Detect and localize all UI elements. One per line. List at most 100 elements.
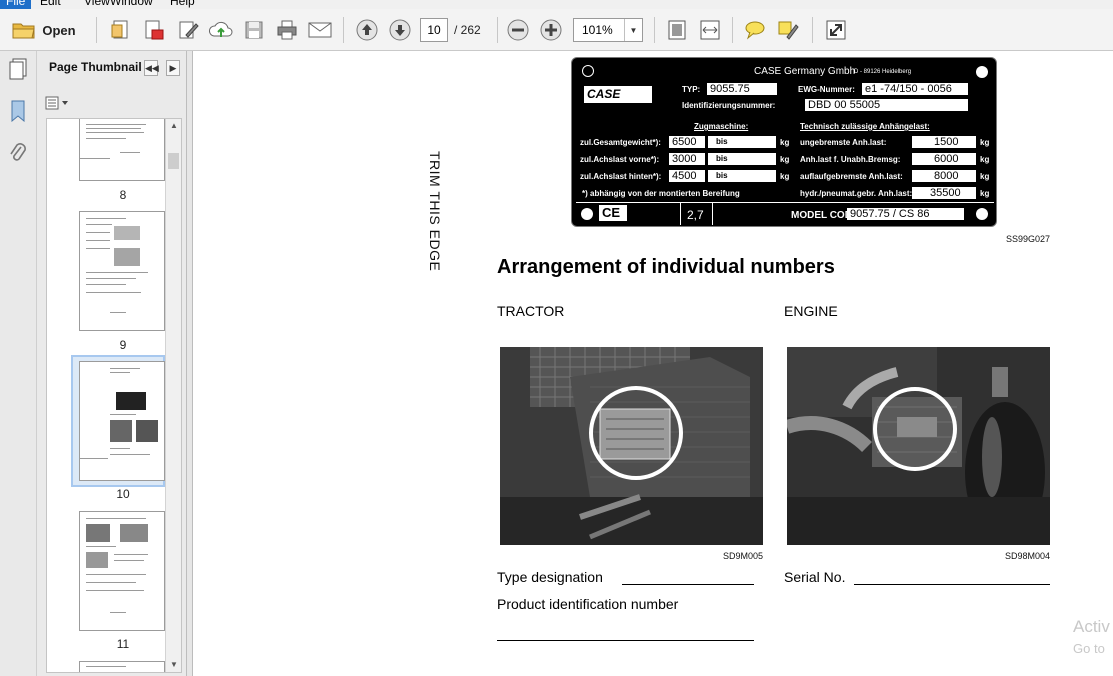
fit-width-button[interactable] <box>697 17 723 43</box>
model-value: 9057.75 / CS 86 <box>847 208 964 220</box>
scroll-up-icon[interactable]: ▲ <box>166 119 181 133</box>
create-pdf-button[interactable] <box>108 17 134 43</box>
thumbnail-scrollbar[interactable]: ▲ ▼ <box>165 119 181 672</box>
left-row-unit: kg <box>780 138 790 147</box>
left-row-label: zul.Achslast hinten*): <box>580 172 662 181</box>
chevron-down-icon[interactable]: ▼ <box>624 19 642 41</box>
ident-value: DBD 00 55005 <box>805 99 968 111</box>
tech-header: Technisch zulässige Anhängelast: <box>800 122 930 131</box>
plate-hole <box>582 65 594 77</box>
right-row-value: 1500 <box>912 136 976 148</box>
email-button[interactable] <box>307 17 333 43</box>
right-row-label: Anh.last f. Unabh.Bremsg: <box>800 155 901 164</box>
plate-divider <box>576 202 994 203</box>
expand-button[interactable] <box>823 17 849 43</box>
menu-window[interactable]: Window <box>104 0 159 9</box>
brand-text: CASE <box>587 87 621 101</box>
minus-circle-icon <box>507 19 529 41</box>
menu-help[interactable]: Help <box>164 0 201 9</box>
product-id-line <box>497 640 754 641</box>
upload-cloud-button[interactable] <box>208 17 234 43</box>
right-row-label: hydr./pneumat.gebr. Anh.last: <box>800 189 913 198</box>
plate-caption: SS99G027 <box>1006 234 1051 244</box>
page-thumbnails-icon[interactable] <box>7 57 29 81</box>
panel-splitter[interactable] <box>187 51 193 676</box>
fit-width-icon <box>700 20 720 40</box>
zoom-value: 101% <box>582 23 613 37</box>
previous-page-button[interactable] <box>354 17 380 43</box>
navigation-rail <box>0 51 37 676</box>
plate-company: CASE Germany Gmbh <box>754 66 856 77</box>
document-view: TRIM THIS EDGE CASE Germany Gmbh D - 891… <box>194 51 1113 676</box>
save-button[interactable] <box>241 17 267 43</box>
left-row-label: zul.Gesamtgewicht*): <box>580 138 661 147</box>
speech-bubble-icon <box>745 21 765 40</box>
ewg-value: e1 -74/150 - 0056 <box>862 83 968 95</box>
thumbnail-label: 10 <box>116 487 130 501</box>
right-row-value: 35500 <box>912 187 976 199</box>
arrow-down-icon <box>389 19 411 41</box>
left-row-label: zul.Achslast vorne*): <box>580 155 660 164</box>
options-menu-icon <box>45 96 68 110</box>
right-row-value: 6000 <box>912 153 976 165</box>
collapse-panel-button[interactable]: ◀◀ <box>144 60 159 76</box>
right-row-label: ungebremste Anh.last: <box>800 138 887 147</box>
typ-label: TYP: <box>682 85 701 94</box>
paperclip-icon[interactable] <box>7 141 29 165</box>
left-row-value: 4500 <box>669 170 705 182</box>
ewg-label: EWG-Nummer: <box>798 85 855 94</box>
engine-label: ENGINE <box>784 303 838 319</box>
zoom-out-button[interactable] <box>505 17 531 43</box>
printer-icon <box>277 20 297 40</box>
page-number-input[interactable]: 10 <box>420 18 448 42</box>
thumbnail-list[interactable]: 8 9 10 11 ▲ ▼ <box>46 118 182 673</box>
page-total: / 262 <box>454 23 481 37</box>
thumbnail-page-12[interactable] <box>79 661 165 672</box>
plus-circle-icon <box>540 19 562 41</box>
scrollbar-thumb[interactable] <box>168 153 179 169</box>
thumbnail-page-10[interactable] <box>79 361 165 481</box>
thumbnail-page-9[interactable] <box>79 211 165 331</box>
toolbar: Open 10 / 262 101% ▼ <box>0 9 1113 51</box>
panel-menu-button[interactable]: ▶ <box>166 60 180 76</box>
next-page-button[interactable] <box>387 17 413 43</box>
create-pdf-icon <box>111 20 128 39</box>
typ-value: 9055.75 <box>707 83 777 95</box>
plate-address: D - 89126 Heidelberg <box>854 69 912 75</box>
highlight-button[interactable] <box>775 17 801 43</box>
trim-text: TRIM THIS EDGE <box>427 151 443 272</box>
panel-title: Page Thumbnails <box>49 60 141 74</box>
highlighter-icon <box>778 21 799 40</box>
fit-page-button[interactable] <box>664 17 690 43</box>
thumbnail-panel: Page Thumbnails ◀◀ ▶ 8 9 10 11 ▲ ▼ <box>37 51 187 676</box>
separator <box>96 17 97 43</box>
thumbnail-options-button[interactable] <box>45 95 71 111</box>
print-button[interactable] <box>274 17 300 43</box>
right-row-unit: kg <box>980 155 990 164</box>
export-pdf-button[interactable] <box>141 17 167 43</box>
zoom-select[interactable]: 101% ▼ <box>573 18 643 42</box>
plate-hole <box>976 66 988 78</box>
thumbnail-page-11[interactable] <box>79 511 165 631</box>
left-row-unit: kg <box>780 172 790 181</box>
scroll-down-icon[interactable]: ▼ <box>166 658 181 672</box>
open-button[interactable]: Open <box>6 17 82 43</box>
engine-photo <box>787 347 1050 545</box>
left-row-value: 3000 <box>669 153 705 165</box>
envelope-icon <box>308 22 332 38</box>
edit-pdf-button[interactable] <box>175 17 201 43</box>
ce-mark: CE <box>599 205 627 221</box>
tractor-photo <box>500 347 763 545</box>
separator <box>732 17 733 43</box>
menu-edit[interactable]: Edit <box>34 0 67 9</box>
tractor-label: TRACTOR <box>497 303 565 319</box>
thumbnail-label: 11 <box>116 637 130 651</box>
edit-document-icon <box>179 21 199 39</box>
right-row-value: 8000 <box>912 170 976 182</box>
thumbnail-page-8[interactable] <box>79 119 165 181</box>
zoom-in-button[interactable] <box>538 17 564 43</box>
separator <box>497 17 498 43</box>
comment-button[interactable] <box>742 17 768 43</box>
menu-file[interactable]: File <box>0 0 32 9</box>
bookmark-icon[interactable] <box>7 99 29 123</box>
